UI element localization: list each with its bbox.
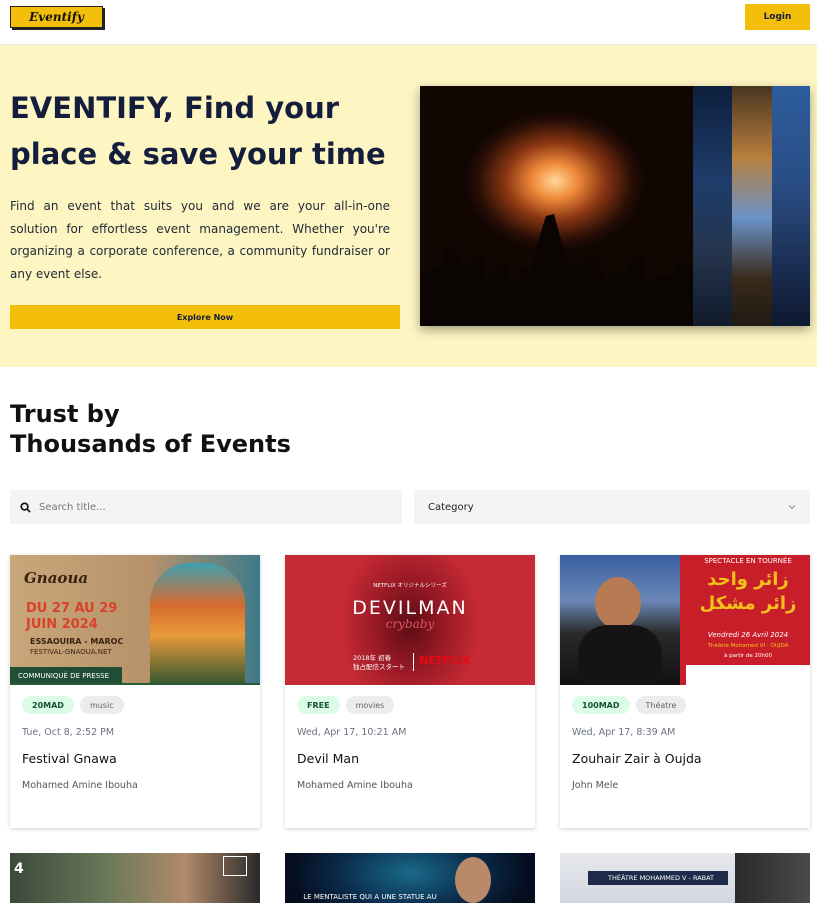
event-card[interactable]: THÉÂTRE MOHAMMED V - RABAT (560, 853, 810, 903)
poster-text: JUIN 2024 (26, 617, 98, 632)
event-tags: 100MAD Théatre (572, 696, 687, 714)
poster-text: Vendredi 26 Avril 2024 (707, 631, 789, 639)
event-tags: FREE movies (297, 696, 395, 714)
event-card[interactable]: NETFLIX オリジナルシリーズ DEVILMAN crybaby 2018年… (285, 555, 535, 828)
section-title-line1: Trust by (10, 400, 120, 428)
event-card[interactable]: Gnaoua DU 27 AU 29 JUIN 2024 ESSAOUIRA -… (10, 555, 260, 828)
poster-text: DEVILMAN (352, 597, 468, 619)
concert-photo (420, 86, 693, 326)
event-tags: 20MAD music (22, 696, 124, 714)
poster-text: FESTIVAL-GNAOUA.NET (30, 648, 112, 656)
section-title-line2: Thousands of Events (10, 430, 291, 458)
hero-image-collage (420, 86, 810, 326)
category-select-label: Category (428, 501, 474, 513)
event-poster: NETFLIX オリジナルシリーズ DEVILMAN crybaby 2018年… (285, 555, 535, 685)
poster-text: ESSAOUIRA - MAROC (30, 637, 124, 646)
category-badge: Théatre (635, 696, 687, 714)
search-icon (20, 501, 31, 513)
poster-text: زائر واحد (707, 569, 789, 590)
conference-photo-strip (693, 86, 732, 326)
event-poster: Gnaoua DU 27 AU 29 JUIN 2024 ESSAOUIRA -… (10, 555, 260, 685)
category-badge: movies (345, 696, 395, 714)
event-title[interactable]: Festival Gnawa (22, 751, 117, 766)
event-date: Tue, Oct 8, 2:52 PM (22, 727, 115, 738)
price-badge: FREE (297, 696, 340, 714)
category-select[interactable]: Category (414, 490, 810, 524)
poster-text: THÉÂTRE MOHAMMED V - RABAT (588, 871, 728, 885)
poster-text: crybaby (385, 617, 435, 631)
top-navbar: Eventify Login (0, 0, 817, 45)
event-card[interactable]: SPECTACLE EN TOURNÉE زائر واحد زائر مشكل… (560, 555, 810, 828)
explore-now-button[interactable]: Explore Now (10, 305, 400, 329)
poster-text: COMMUNIQUÉ DE PRESSE (10, 667, 122, 683)
event-card[interactable]: LE MENTALISTE QUI A UNE STATUE AU (285, 853, 535, 903)
poster-text: Gnaoua (24, 569, 89, 587)
poster-text: 独占配信スタート (353, 663, 405, 671)
hero-title: EVENTIFY, Find your place & save your ti… (10, 91, 386, 171)
event-organizer: Mohamed Amine Ibouha (297, 780, 413, 791)
hall-photo-strip (732, 86, 772, 326)
audience-photo-strip (772, 86, 810, 326)
price-badge: 20MAD (22, 696, 74, 714)
search-input[interactable] (39, 501, 379, 513)
event-date: Wed, Apr 17, 10:21 AM (297, 727, 407, 738)
hero-description: Find an event that suits you and we are … (10, 199, 390, 281)
poster-text: Théâtre Mohamed VI - OUJDA (707, 643, 789, 649)
event-card[interactable]: 4 (10, 853, 260, 903)
poster-text: NETFLIX オリジナルシリーズ (373, 583, 447, 589)
login-button[interactable]: Login (745, 4, 810, 30)
price-badge: 100MAD (572, 696, 630, 714)
chevron-down-icon (788, 505, 796, 510)
event-title[interactable]: Devil Man (297, 751, 359, 766)
poster-text: زائر مشكل (699, 593, 797, 614)
eventify-logo[interactable]: Eventify (10, 6, 103, 28)
category-badge: music (79, 696, 124, 714)
crowd-silhouettes (420, 214, 693, 326)
event-organizer: John Mele (572, 780, 619, 791)
event-poster: SPECTACLE EN TOURNÉE زائر واحد زائر مشكل… (560, 555, 810, 685)
event-date: Wed, Apr 17, 8:39 AM (572, 727, 676, 738)
poster-text: à partir de 20h00 (723, 653, 773, 659)
poster-text: LE MENTALISTE QUI A UNE STATUE AU (303, 893, 437, 901)
hero-section: EVENTIFY, Find your place & save your ti… (0, 45, 817, 367)
poster-text: SPECTACLE EN TOURNÉE (704, 557, 792, 565)
event-organizer: Mohamed Amine Ibouha (22, 780, 138, 791)
search-field[interactable] (10, 490, 402, 524)
events-section-title: Trust by Thousands of Events (10, 399, 291, 459)
netflix-logo: NETFLIX (419, 654, 471, 667)
event-title[interactable]: Zouhair Zair à Oujda (572, 751, 702, 766)
poster-text: DU 27 AU 29 (26, 601, 118, 616)
